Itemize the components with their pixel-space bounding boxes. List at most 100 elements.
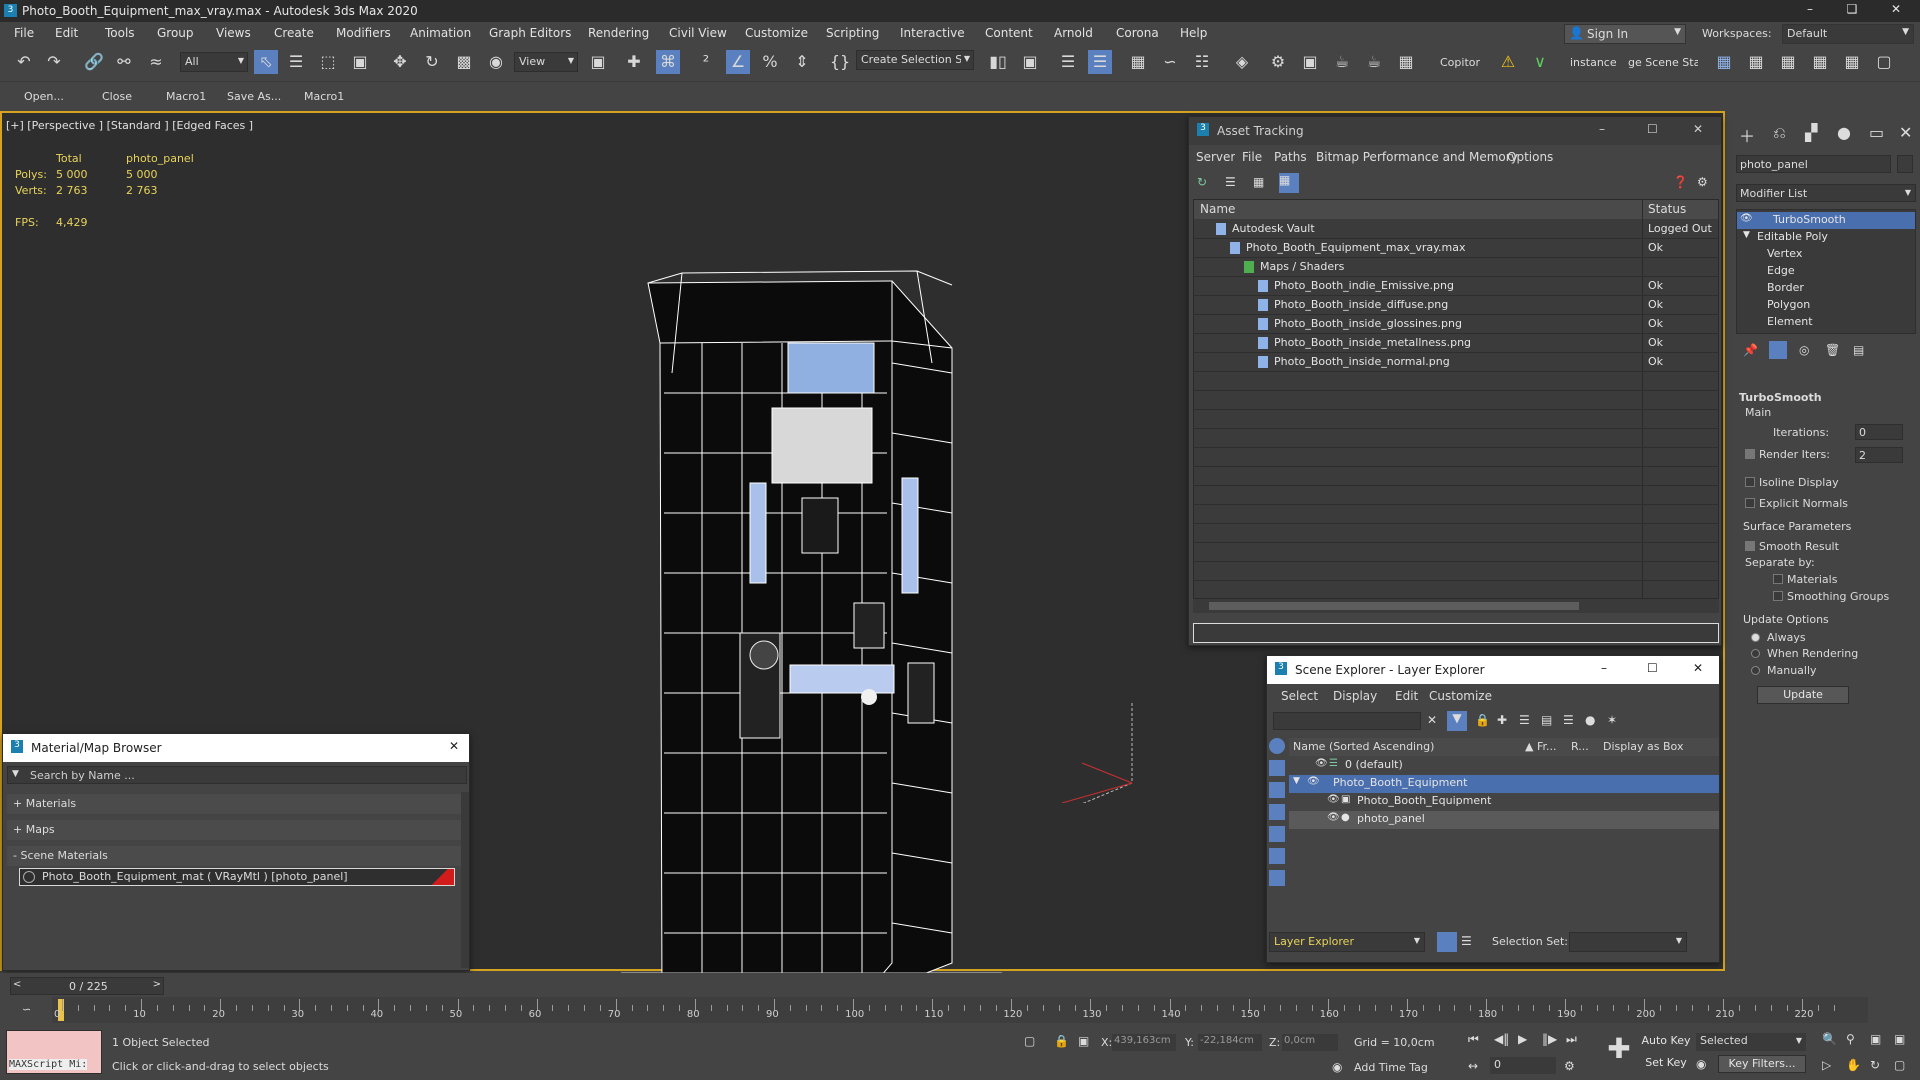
stack-item-border[interactable]: Border bbox=[1737, 280, 1915, 297]
modifier-list-dropdown[interactable]: Modifier List ▼ bbox=[1736, 184, 1916, 202]
panel-layout-icon[interactable]: ▦ bbox=[1840, 50, 1864, 74]
key-filters-button[interactable]: Key Filters... bbox=[1718, 1055, 1806, 1073]
menu-modifiers[interactable]: Modifiers bbox=[336, 26, 391, 40]
hierarchy-tab-icon[interactable]: ▞ bbox=[1805, 123, 1817, 142]
remove-modifier-icon[interactable]: 🗑 bbox=[1825, 343, 1840, 357]
layer-stack-icon[interactable]: ☰ bbox=[1519, 713, 1530, 727]
instance-label[interactable]: instance bbox=[1570, 56, 1617, 69]
z-field[interactable]: 0,0cm bbox=[1282, 1034, 1338, 1051]
auto-key-button[interactable]: Auto Key bbox=[1640, 1033, 1692, 1051]
list-view-icon[interactable]: ☰ bbox=[1225, 175, 1241, 191]
selected-dropdown[interactable]: Selected ▼ bbox=[1696, 1033, 1806, 1051]
col-render-header[interactable]: R... bbox=[1571, 740, 1589, 753]
update-button[interactable]: Update bbox=[1757, 686, 1849, 704]
help-icon[interactable]: ❓ bbox=[1673, 175, 1688, 189]
schematic-view-icon[interactable]: ☷ bbox=[1190, 50, 1214, 74]
render-iters-checkbox[interactable] bbox=[1745, 449, 1755, 459]
at-menu-file[interactable]: File bbox=[1242, 150, 1262, 164]
maps-group[interactable]: + Maps bbox=[7, 820, 461, 840]
macro1-button-2[interactable]: Macro1 bbox=[304, 90, 344, 103]
x-field[interactable]: 439,163cm bbox=[1112, 1034, 1176, 1051]
photo-booth-wireframe[interactable] bbox=[602, 193, 1002, 973]
toggle-ribbon-icon[interactable]: ▦ bbox=[1126, 50, 1150, 74]
at-menu-paths[interactable]: Paths bbox=[1274, 150, 1307, 164]
render-production-icon[interactable]: ☕ bbox=[1362, 50, 1386, 74]
render-setup-icon[interactable]: ⚙ bbox=[1266, 50, 1290, 74]
scene-material-item[interactable]: Photo_Booth_Equipment_mat ( VRayMtl ) [p… bbox=[19, 868, 455, 886]
se-menu-customize[interactable]: Customize bbox=[1429, 689, 1492, 703]
key-mode-icon[interactable]: ↔ bbox=[1468, 1059, 1478, 1073]
se-menu-select[interactable]: Select bbox=[1281, 689, 1318, 703]
layer-explorer-dropdown[interactable]: Layer Explorer ▼ bbox=[1269, 932, 1425, 952]
refresh-icon[interactable]: ↻ bbox=[1197, 175, 1213, 191]
rect-selection-icon[interactable]: ⬚ bbox=[316, 50, 340, 74]
at-menu-server[interactable]: Server bbox=[1196, 150, 1235, 164]
object-row-photo-booth[interactable]: 👁 ▣ Photo_Booth_Equipment bbox=[1289, 793, 1719, 811]
selection-set-dropdown[interactable]: ▼ bbox=[1569, 932, 1687, 952]
panel-lock-icon[interactable]: ▦ bbox=[1776, 50, 1800, 74]
display-bones-icon[interactable] bbox=[1269, 870, 1285, 886]
viewport-label[interactable]: [+] [Perspective ] [Standard ] [Edged Fa… bbox=[6, 119, 253, 132]
asset-row[interactable]: Maps / Shaders bbox=[1194, 258, 1718, 277]
zoom-icon[interactable]: 🔍 bbox=[1822, 1032, 1837, 1046]
display-shapes-icon[interactable] bbox=[1269, 760, 1285, 776]
asset-row[interactable]: Photo_Booth_Equipment_max_vray.max Ok bbox=[1194, 239, 1718, 258]
menu-corona[interactable]: Corona bbox=[1116, 26, 1159, 40]
asset-row[interactable]: Photo_Booth_inside_normal.png Ok bbox=[1194, 353, 1718, 372]
macro1-button[interactable]: Macro1 bbox=[166, 90, 206, 103]
menu-arnold[interactable]: Arnold bbox=[1054, 26, 1093, 40]
spinner-snap-icon[interactable]: ⇕ bbox=[790, 50, 814, 74]
pan-icon[interactable]: ✋ bbox=[1846, 1058, 1861, 1072]
stack-item-edge[interactable]: Edge bbox=[1737, 263, 1915, 280]
link-icon[interactable]: 🔗 bbox=[82, 50, 106, 74]
undo-icon[interactable]: ↶ bbox=[12, 50, 36, 74]
maximize-icon[interactable]: ☐ bbox=[1647, 661, 1658, 675]
next-key-icon[interactable]: ‖▶ bbox=[1542, 1032, 1557, 1046]
panel-grid-icon[interactable]: ▦ bbox=[1712, 50, 1736, 74]
se-menu-display[interactable]: Display bbox=[1333, 689, 1377, 703]
object-row-photo-panel[interactable]: 👁 ● photo_panel bbox=[1289, 811, 1719, 829]
scene-explorer-titlebar[interactable]: 3 Scene Explorer - Layer Explorer – ☐ ✕ bbox=[1267, 656, 1719, 684]
menu-scripting[interactable]: Scripting bbox=[826, 26, 879, 40]
expand-icon[interactable]: ▼ bbox=[1743, 230, 1750, 240]
stack-item-element[interactable]: Element bbox=[1737, 314, 1915, 331]
zoom-extents-all-icon[interactable]: ▣ bbox=[1894, 1032, 1905, 1046]
col-name-header[interactable]: Name (Sorted Ascending) bbox=[1293, 740, 1434, 753]
col-display-box-header[interactable]: Display as Box bbox=[1603, 740, 1683, 753]
sort-by-layer-icon[interactable] bbox=[1437, 932, 1457, 952]
detail-view-icon[interactable]: ▦ bbox=[1253, 175, 1269, 191]
explicit-normals-checkbox[interactable] bbox=[1745, 498, 1755, 508]
collapse-icon[interactable]: ▼ bbox=[1293, 776, 1300, 786]
menu-tools[interactable]: Tools bbox=[105, 26, 135, 40]
stack-item-turbosmooth[interactable]: 👁 TurboSmooth bbox=[1737, 212, 1915, 229]
at-menu-options[interactable]: Options bbox=[1507, 150, 1553, 164]
chevrons-down-icon[interactable]: ∨ bbox=[1528, 50, 1552, 74]
sign-in-button[interactable]: 👤 Sign In ▼ bbox=[1564, 24, 1686, 44]
layers-icon[interactable]: ☰ bbox=[1563, 713, 1574, 727]
save-as-button[interactable]: Save As... bbox=[227, 90, 281, 103]
smoothing-groups-checkbox[interactable] bbox=[1773, 591, 1783, 601]
select-object-icon[interactable]: ⬁ bbox=[254, 50, 278, 74]
search-options-icon[interactable]: ▼ bbox=[12, 769, 19, 779]
table-view-icon[interactable]: ▦ bbox=[1279, 173, 1299, 193]
menu-edit[interactable]: Edit bbox=[55, 26, 78, 40]
close-icon[interactable]: ✕ bbox=[1693, 122, 1703, 136]
when-rendering-radio[interactable] bbox=[1751, 649, 1760, 658]
time-config-icon[interactable]: ⚙ bbox=[1564, 1059, 1575, 1073]
col-name-header[interactable]: Name bbox=[1200, 202, 1235, 216]
transform-gizmo[interactable] bbox=[1042, 683, 1142, 803]
menu-interactive[interactable]: Interactive bbox=[900, 26, 965, 40]
create-tab-icon[interactable]: ＋ bbox=[1739, 123, 1755, 147]
materials-checkbox[interactable] bbox=[1773, 574, 1783, 584]
vertical-scrollbar[interactable] bbox=[461, 792, 469, 968]
render-icon[interactable]: ☕ bbox=[1330, 50, 1354, 74]
absolute-mode-icon[interactable]: ▣ bbox=[1078, 1034, 1089, 1048]
object-name-field[interactable]: photo_panel bbox=[1736, 155, 1891, 173]
iterations-spinner[interactable]: 0 bbox=[1855, 424, 1903, 440]
goto-end-icon[interactable]: ⏭ bbox=[1566, 1032, 1577, 1047]
at-menu-bitmap[interactable]: Bitmap Performance and Memory bbox=[1316, 150, 1518, 164]
redo-icon[interactable]: ↷ bbox=[42, 50, 66, 74]
modify-tab-icon[interactable]: ⎌ bbox=[1773, 123, 1786, 143]
goto-start-icon[interactable]: ⏮ bbox=[1468, 1032, 1479, 1047]
new-layer-icon[interactable]: ✚ bbox=[1497, 713, 1507, 727]
